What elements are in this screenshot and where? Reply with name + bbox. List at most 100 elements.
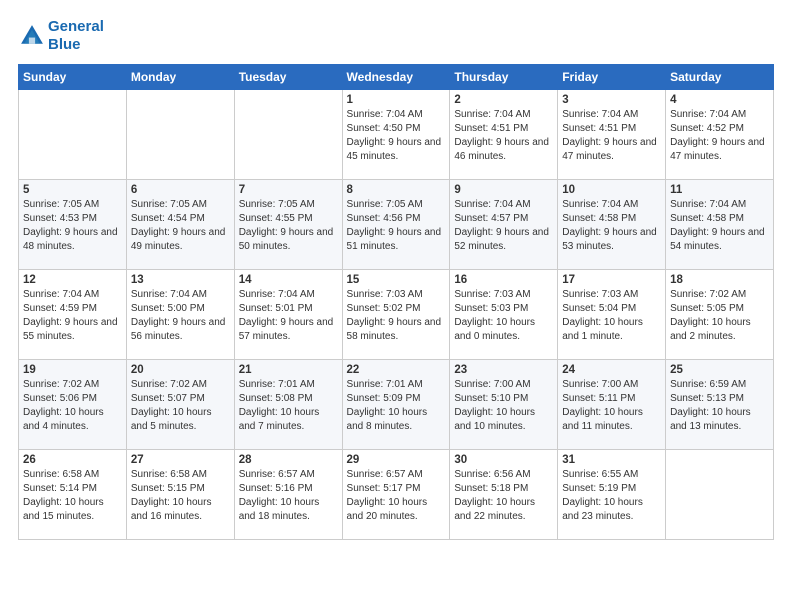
cell-info: Sunrise: 7:04 AM Sunset: 4:51 PM Dayligh… bbox=[562, 108, 661, 164]
logo-icon bbox=[18, 22, 46, 50]
day-number: 16 bbox=[454, 274, 553, 286]
cell-info: Sunrise: 7:04 AM Sunset: 5:00 PM Dayligh… bbox=[131, 288, 230, 344]
calendar-cell: 28 Sunrise: 6:57 AM Sunset: 5:16 PM Dayli… bbox=[234, 450, 342, 540]
calendar-cell: 22 Sunrise: 7:01 AM Sunset: 5:09 PM Dayli… bbox=[342, 360, 450, 450]
cell-info: Sunrise: 7:05 AM Sunset: 4:53 PM Dayligh… bbox=[23, 198, 122, 254]
day-number: 25 bbox=[670, 364, 769, 376]
calendar-cell bbox=[19, 90, 127, 180]
weekday-header-row: SundayMondayTuesdayWednesdayThursdayFrid… bbox=[19, 65, 774, 90]
cell-info: Sunrise: 6:59 AM Sunset: 5:13 PM Dayligh… bbox=[670, 378, 769, 434]
cell-info: Sunrise: 7:02 AM Sunset: 5:05 PM Dayligh… bbox=[670, 288, 769, 344]
weekday-saturday: Saturday bbox=[666, 65, 774, 90]
calendar-cell: 18 Sunrise: 7:02 AM Sunset: 5:05 PM Dayli… bbox=[666, 270, 774, 360]
logo-text: General Blue bbox=[48, 18, 104, 54]
day-number: 21 bbox=[239, 364, 338, 376]
day-number: 1 bbox=[347, 94, 446, 106]
calendar-cell: 24 Sunrise: 7:00 AM Sunset: 5:11 PM Dayli… bbox=[558, 360, 666, 450]
cell-info: Sunrise: 6:57 AM Sunset: 5:17 PM Dayligh… bbox=[347, 468, 446, 524]
day-number: 20 bbox=[131, 364, 230, 376]
cell-info: Sunrise: 6:55 AM Sunset: 5:19 PM Dayligh… bbox=[562, 468, 661, 524]
day-number: 30 bbox=[454, 454, 553, 466]
calendar-cell: 30 Sunrise: 6:56 AM Sunset: 5:18 PM Dayli… bbox=[450, 450, 558, 540]
day-number: 29 bbox=[347, 454, 446, 466]
day-number: 13 bbox=[131, 274, 230, 286]
day-number: 12 bbox=[23, 274, 122, 286]
calendar-cell: 7Sunrise: 7:05 AM Sunset: 4:55 PM Daylig… bbox=[234, 180, 342, 270]
cell-info: Sunrise: 7:04 AM Sunset: 5:01 PM Dayligh… bbox=[239, 288, 338, 344]
weekday-sunday: Sunday bbox=[19, 65, 127, 90]
weekday-friday: Friday bbox=[558, 65, 666, 90]
calendar-cell: 15 Sunrise: 7:03 AM Sunset: 5:02 PM Dayli… bbox=[342, 270, 450, 360]
weekday-tuesday: Tuesday bbox=[234, 65, 342, 90]
day-number: 27 bbox=[131, 454, 230, 466]
day-number: 6 bbox=[131, 184, 230, 196]
calendar-cell: 5 Sunrise: 7:05 AM Sunset: 4:53 PM Daylig… bbox=[19, 180, 127, 270]
day-number: 17 bbox=[562, 274, 661, 286]
calendar-cell: 26Sunrise: 6:58 AM Sunset: 5:14 PM Dayli… bbox=[19, 450, 127, 540]
calendar-cell: 8Sunrise: 7:05 AM Sunset: 4:56 PM Daylig… bbox=[342, 180, 450, 270]
calendar-cell: 12 Sunrise: 7:04 AM Sunset: 4:59 PM Dayli… bbox=[19, 270, 127, 360]
logo-general: General bbox=[48, 18, 104, 35]
calendar-cell: 23Sunrise: 7:00 AM Sunset: 5:10 PM Dayli… bbox=[450, 360, 558, 450]
calendar-cell bbox=[126, 90, 234, 180]
cell-info: Sunrise: 7:02 AM Sunset: 5:06 PM Dayligh… bbox=[23, 378, 122, 434]
day-number: 18 bbox=[670, 274, 769, 286]
header: General Blue bbox=[18, 18, 774, 54]
day-number: 15 bbox=[347, 274, 446, 286]
week-row-2: 5 Sunrise: 7:05 AM Sunset: 4:53 PM Daylig… bbox=[19, 180, 774, 270]
calendar-cell: 20 Sunrise: 7:02 AM Sunset: 5:07 PM Dayli… bbox=[126, 360, 234, 450]
cell-info: Sunrise: 7:04 AM Sunset: 4:52 PM Dayligh… bbox=[670, 108, 769, 164]
cell-info: Sunrise: 7:04 AM Sunset: 4:58 PM Dayligh… bbox=[562, 198, 661, 254]
calendar-cell: 9 Sunrise: 7:04 AM Sunset: 4:57 PM Daylig… bbox=[450, 180, 558, 270]
week-row-3: 12 Sunrise: 7:04 AM Sunset: 4:59 PM Dayli… bbox=[19, 270, 774, 360]
weekday-monday: Monday bbox=[126, 65, 234, 90]
cell-info: Sunrise: 7:04 AM Sunset: 4:58 PM Dayligh… bbox=[670, 198, 769, 254]
calendar-cell: 11 Sunrise: 7:04 AM Sunset: 4:58 PM Dayli… bbox=[666, 180, 774, 270]
calendar-cell: 1 Sunrise: 7:04 AM Sunset: 4:50 PM Daylig… bbox=[342, 90, 450, 180]
calendar-cell: 13 Sunrise: 7:04 AM Sunset: 5:00 PM Dayli… bbox=[126, 270, 234, 360]
calendar-cell: 16 Sunrise: 7:03 AM Sunset: 5:03 PM Dayli… bbox=[450, 270, 558, 360]
cell-info: Sunrise: 7:04 AM Sunset: 4:51 PM Dayligh… bbox=[454, 108, 553, 164]
day-number: 19 bbox=[23, 364, 122, 376]
cell-info: Sunrise: 7:01 AM Sunset: 5:09 PM Dayligh… bbox=[347, 378, 446, 434]
cell-info: Sunrise: 7:04 AM Sunset: 4:59 PM Dayligh… bbox=[23, 288, 122, 344]
calendar-cell: 3 Sunrise: 7:04 AM Sunset: 4:51 PM Daylig… bbox=[558, 90, 666, 180]
day-number: 2 bbox=[454, 94, 553, 106]
cell-info: Sunrise: 7:04 AM Sunset: 4:50 PM Dayligh… bbox=[347, 108, 446, 164]
day-number: 28 bbox=[239, 454, 338, 466]
cell-info: Sunrise: 7:05 AM Sunset: 4:56 PM Dayligh… bbox=[347, 198, 446, 254]
cell-info: Sunrise: 6:57 AM Sunset: 5:16 PM Dayligh… bbox=[239, 468, 338, 524]
day-number: 5 bbox=[23, 184, 122, 196]
day-number: 22 bbox=[347, 364, 446, 376]
calendar-cell: 2 Sunrise: 7:04 AM Sunset: 4:51 PM Daylig… bbox=[450, 90, 558, 180]
day-number: 26 bbox=[23, 454, 122, 466]
logo: General Blue bbox=[18, 18, 104, 54]
cell-info: Sunrise: 7:02 AM Sunset: 5:07 PM Dayligh… bbox=[131, 378, 230, 434]
cell-info: Sunrise: 7:01 AM Sunset: 5:08 PM Dayligh… bbox=[239, 378, 338, 434]
cell-info: Sunrise: 6:58 AM Sunset: 5:15 PM Dayligh… bbox=[131, 468, 230, 524]
calendar-cell: 14Sunrise: 7:04 AM Sunset: 5:01 PM Dayli… bbox=[234, 270, 342, 360]
cell-info: Sunrise: 7:03 AM Sunset: 5:02 PM Dayligh… bbox=[347, 288, 446, 344]
day-number: 11 bbox=[670, 184, 769, 196]
cell-info: Sunrise: 7:00 AM Sunset: 5:11 PM Dayligh… bbox=[562, 378, 661, 434]
calendar-table: SundayMondayTuesdayWednesdayThursdayFrid… bbox=[18, 64, 774, 540]
cell-info: Sunrise: 7:04 AM Sunset: 4:57 PM Dayligh… bbox=[454, 198, 553, 254]
week-row-4: 19 Sunrise: 7:02 AM Sunset: 5:06 PM Dayli… bbox=[19, 360, 774, 450]
calendar-cell: 31 Sunrise: 6:55 AM Sunset: 5:19 PM Dayli… bbox=[558, 450, 666, 540]
cell-info: Sunrise: 7:05 AM Sunset: 4:55 PM Dayligh… bbox=[239, 198, 338, 254]
cell-info: Sunrise: 7:05 AM Sunset: 4:54 PM Dayligh… bbox=[131, 198, 230, 254]
day-number: 31 bbox=[562, 454, 661, 466]
calendar-cell: 21 Sunrise: 7:01 AM Sunset: 5:08 PM Dayli… bbox=[234, 360, 342, 450]
day-number: 9 bbox=[454, 184, 553, 196]
calendar-cell: 27 Sunrise: 6:58 AM Sunset: 5:15 PM Dayli… bbox=[126, 450, 234, 540]
logo-blue: Blue bbox=[48, 36, 81, 53]
cell-info: Sunrise: 6:56 AM Sunset: 5:18 PM Dayligh… bbox=[454, 468, 553, 524]
page: General Blue SundayMondayTuesdayWednesda… bbox=[0, 0, 792, 612]
calendar-cell: 17Sunrise: 7:03 AM Sunset: 5:04 PM Dayli… bbox=[558, 270, 666, 360]
weekday-wednesday: Wednesday bbox=[342, 65, 450, 90]
week-row-5: 26Sunrise: 6:58 AM Sunset: 5:14 PM Dayli… bbox=[19, 450, 774, 540]
cell-info: Sunrise: 7:03 AM Sunset: 5:03 PM Dayligh… bbox=[454, 288, 553, 344]
day-number: 10 bbox=[562, 184, 661, 196]
day-number: 24 bbox=[562, 364, 661, 376]
day-number: 3 bbox=[562, 94, 661, 106]
